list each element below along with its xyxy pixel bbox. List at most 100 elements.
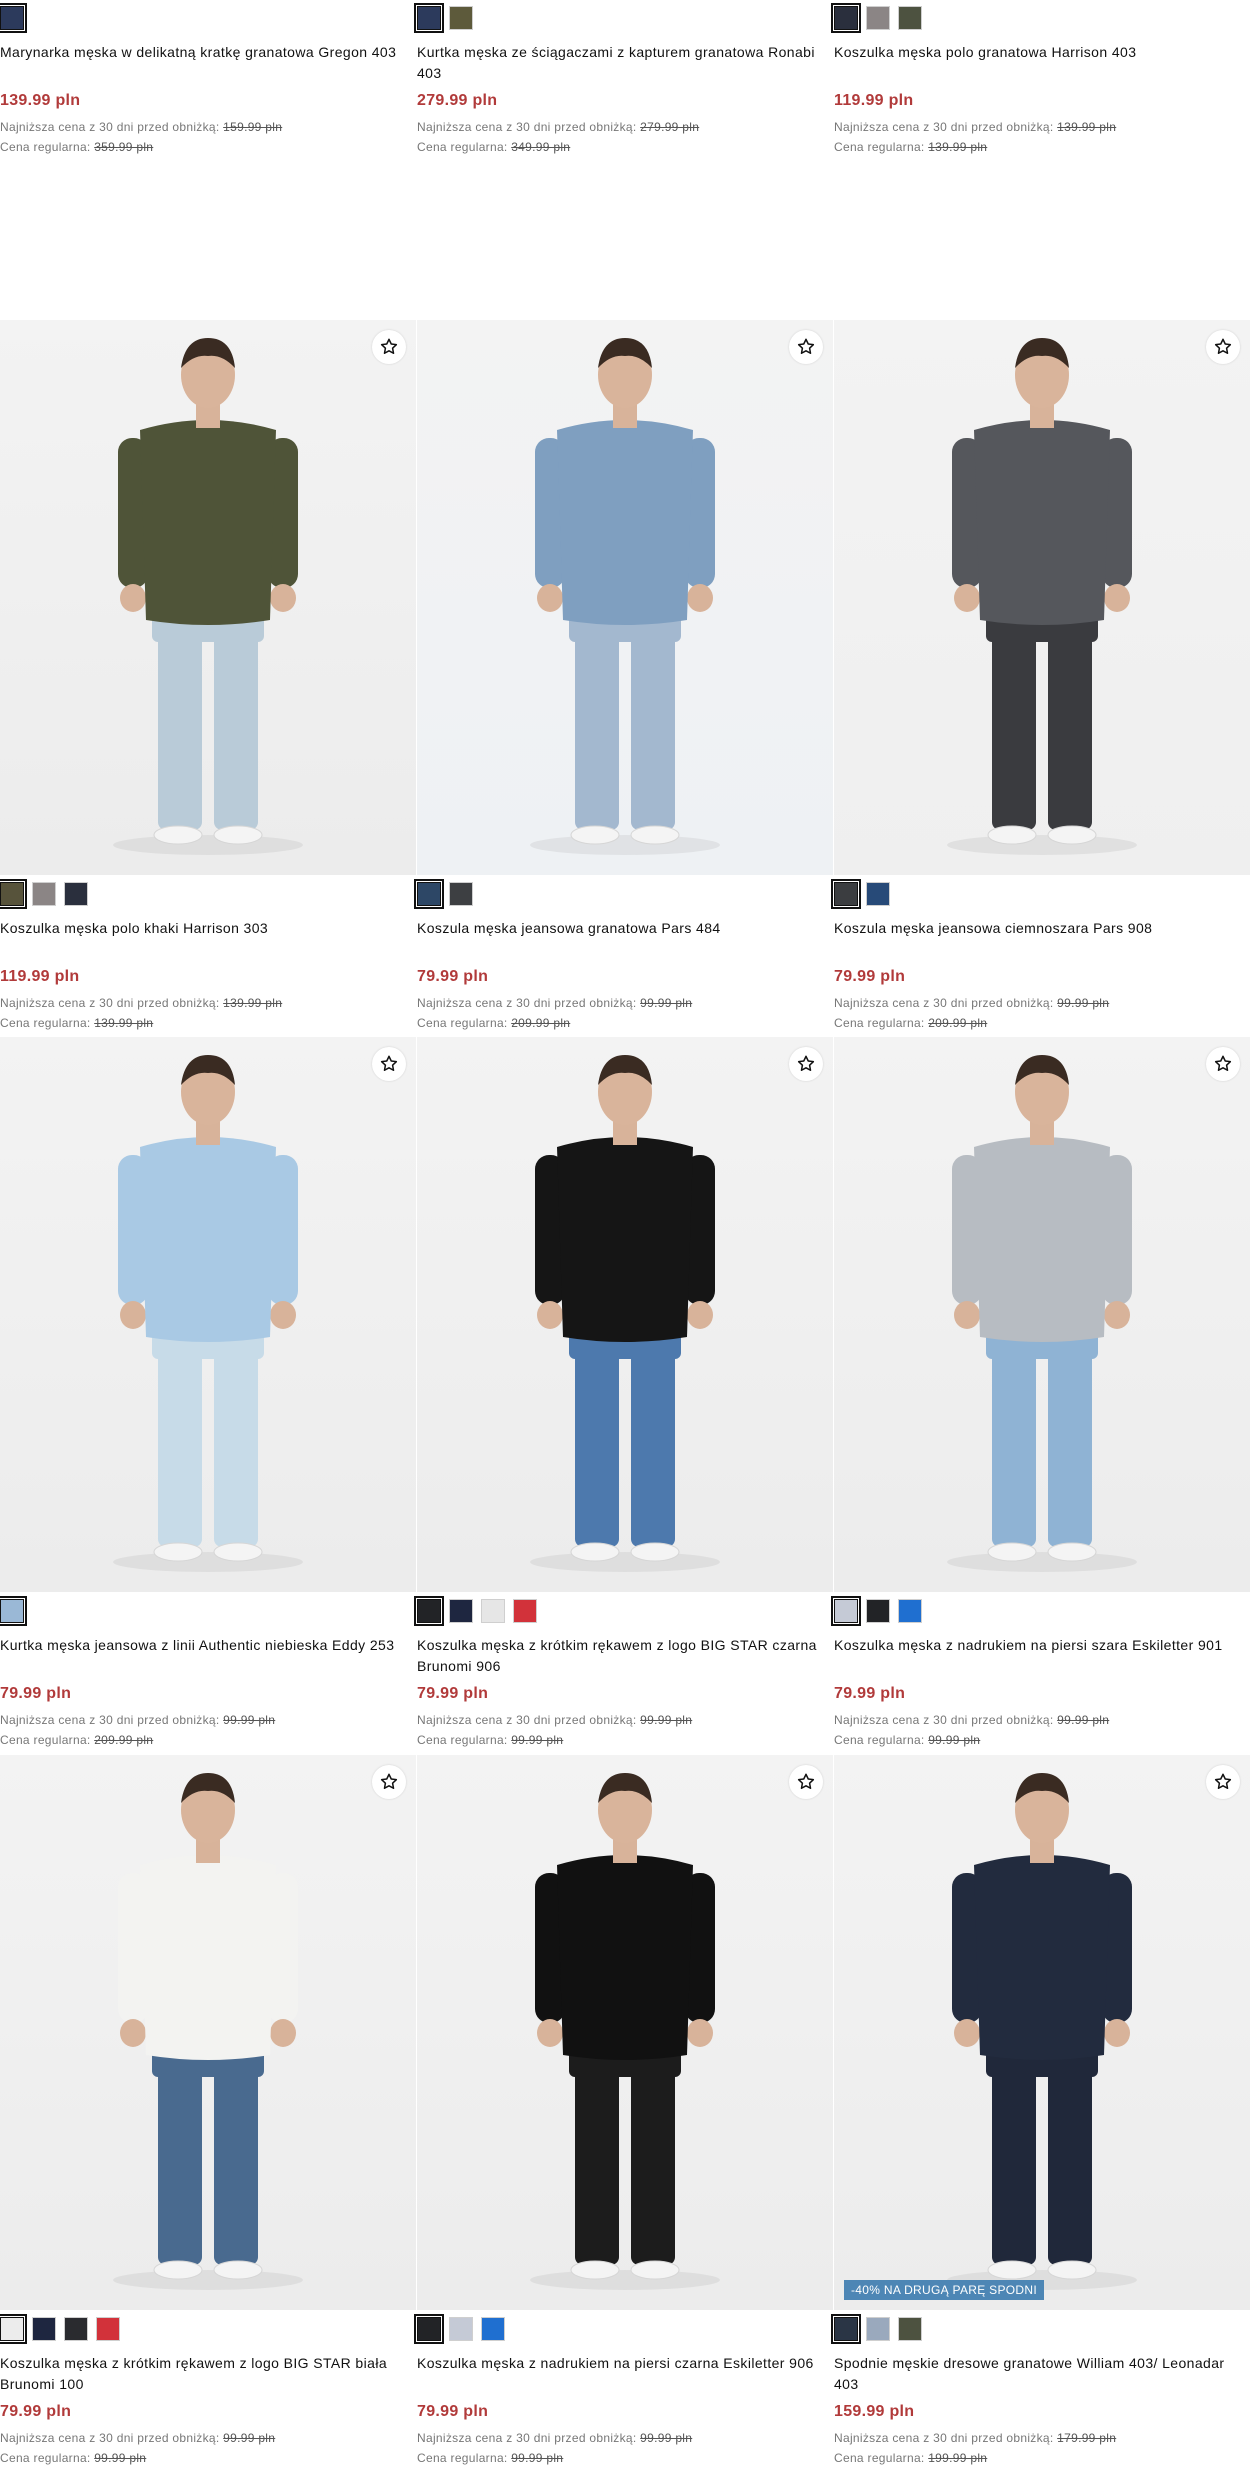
color-swatch[interactable] — [0, 3, 27, 33]
color-swatches — [0, 3, 27, 33]
color-swatch[interactable] — [513, 1599, 537, 1623]
regular-price-value: 99.99 pln — [511, 2451, 564, 2465]
regular-price-line: Cena regularna: 349.99 pln — [417, 140, 570, 154]
color-swatch[interactable] — [866, 882, 890, 906]
lowest-price-label: Najniższa cena z 30 dni przed obniżką: — [417, 1713, 641, 1727]
wishlist-star-icon[interactable] — [372, 330, 406, 364]
color-swatch[interactable] — [481, 1599, 505, 1623]
color-swatch[interactable] — [0, 879, 27, 909]
lowest-price-label: Najniższa cena z 30 dni przed obniżką: — [0, 120, 224, 134]
color-swatch[interactable] — [449, 1599, 473, 1623]
color-swatch[interactable] — [866, 2317, 890, 2341]
wishlist-star-icon[interactable] — [372, 1765, 406, 1799]
lowest-price-value: 99.99 pln — [640, 996, 693, 1010]
color-swatch[interactable] — [414, 3, 444, 33]
color-swatches — [0, 879, 88, 909]
color-swatch[interactable] — [414, 2314, 444, 2344]
product-photo[interactable]: -40% NA DRUGĄ PARĘ SPODNI — [834, 1755, 1250, 2310]
color-swatches — [0, 1596, 27, 1626]
color-swatch[interactable] — [866, 1599, 890, 1623]
color-swatch[interactable] — [898, 2317, 922, 2341]
product-price: 139.99 pln — [0, 92, 81, 109]
product-price: 79.99 pln — [417, 2403, 489, 2420]
regular-price-label: Cena regularna: — [0, 2451, 95, 2465]
color-swatch[interactable] — [64, 2317, 88, 2341]
wishlist-star-icon[interactable] — [1206, 1765, 1240, 1799]
regular-price-line: Cena regularna: 99.99 pln — [417, 1733, 563, 1747]
product-price: 279.99 pln — [417, 92, 498, 109]
color-swatch[interactable] — [831, 2314, 861, 2344]
product-photo[interactable] — [417, 320, 833, 875]
color-swatch[interactable] — [898, 6, 922, 30]
model-figure — [947, 1773, 1137, 2290]
product-photo[interactable] — [417, 1037, 833, 1592]
color-swatch[interactable] — [0, 1596, 27, 1626]
color-swatch[interactable] — [414, 879, 444, 909]
lowest-price-label: Najniższa cena z 30 dni przed obniżką: — [417, 996, 641, 1010]
product-price: 79.99 pln — [417, 968, 489, 985]
lowest-price-value: 179.99 pln — [1057, 2431, 1117, 2445]
product-photo[interactable] — [417, 1755, 833, 2310]
product-price: 79.99 pln — [0, 2403, 72, 2420]
model-figure — [947, 1055, 1137, 1572]
color-swatch[interactable] — [32, 2317, 56, 2341]
color-swatch[interactable] — [831, 1596, 861, 1626]
product-name[interactable]: Kurtka męska ze ściągaczami z kapturem g… — [417, 42, 827, 84]
lowest-price-label: Najniższa cena z 30 dni przed obniżką: — [834, 1713, 1058, 1727]
product-name[interactable]: Koszulka męska polo granatowa Harrison 4… — [834, 42, 1244, 63]
wishlist-star-icon[interactable] — [372, 1047, 406, 1081]
product-photo[interactable] — [0, 1037, 416, 1592]
product-price: 119.99 pln — [0, 968, 80, 985]
wishlist-star-icon[interactable] — [789, 1047, 823, 1081]
regular-price-label: Cena regularna: — [0, 140, 95, 154]
color-swatch[interactable] — [449, 2317, 473, 2341]
product-name[interactable]: Kurtka męska jeansowa z linii Authentic … — [0, 1635, 410, 1656]
regular-price-label: Cena regularna: — [834, 1733, 929, 1747]
wishlist-star-icon[interactable] — [1206, 330, 1240, 364]
product-name[interactable]: Koszulka męska z nadrukiem na piersi cza… — [417, 2353, 827, 2374]
wishlist-star-icon[interactable] — [1206, 1047, 1240, 1081]
color-swatch[interactable] — [481, 2317, 505, 2341]
regular-price-label: Cena regularna: — [0, 1016, 95, 1030]
color-swatch[interactable] — [64, 882, 88, 906]
lowest-price-value: 159.99 pln — [223, 120, 283, 134]
wishlist-star-icon[interactable] — [789, 330, 823, 364]
product-name[interactable]: Koszula męska jeansowa ciemnoszara Pars … — [834, 918, 1244, 939]
color-swatches — [831, 879, 890, 909]
product-name[interactable]: Spodnie męskie dresowe granatowe William… — [834, 2353, 1244, 2395]
wishlist-star-icon[interactable] — [789, 1765, 823, 1799]
product-name[interactable]: Koszula męska jeansowa granatowa Pars 48… — [417, 918, 827, 939]
color-swatch[interactable] — [831, 3, 861, 33]
product-name[interactable]: Koszulka męska z nadrukiem na piersi sza… — [834, 1635, 1244, 1656]
product-name[interactable]: Koszulka męska z krótkim rękawem z logo … — [0, 2353, 410, 2395]
product-photo[interactable] — [834, 320, 1250, 875]
lowest-price-value: 99.99 pln — [640, 2431, 693, 2445]
regular-price-value: 349.99 pln — [511, 140, 571, 154]
regular-price-value: 199.99 pln — [928, 2451, 988, 2465]
product-photo[interactable] — [834, 1037, 1250, 1592]
lowest-price-line: Najniższa cena z 30 dni przed obniżką: 1… — [834, 120, 1116, 134]
lowest-price-label: Najniższa cena z 30 dni przed obniżką: — [834, 120, 1058, 134]
color-swatch[interactable] — [866, 6, 890, 30]
color-swatch[interactable] — [96, 2317, 120, 2341]
color-swatch[interactable] — [449, 6, 473, 30]
color-swatch[interactable] — [32, 882, 56, 906]
product-name[interactable]: Marynarka męska w delikatną kratkę grana… — [0, 42, 410, 63]
product-name[interactable]: Koszulka męska z krótkim rękawem z logo … — [417, 1635, 827, 1677]
color-swatch[interactable] — [898, 1599, 922, 1623]
product-photo[interactable] — [0, 320, 416, 875]
color-swatch[interactable] — [449, 882, 473, 906]
lowest-price-line: Najniższa cena z 30 dni przed obniżką: 1… — [0, 120, 282, 134]
regular-price-line: Cena regularna: 209.99 pln — [834, 1016, 987, 1030]
product-name[interactable]: Koszulka męska polo khaki Harrison 303 — [0, 918, 410, 939]
lowest-price-label: Najniższa cena z 30 dni przed obniżką: — [0, 996, 224, 1010]
color-swatch[interactable] — [831, 879, 861, 909]
color-swatch[interactable] — [414, 1596, 444, 1626]
product-photo[interactable] — [0, 1755, 416, 2310]
regular-price-line: Cena regularna: 99.99 pln — [417, 2451, 563, 2465]
color-swatch[interactable] — [0, 2314, 27, 2344]
product-price: 79.99 pln — [0, 1685, 72, 1702]
model-figure — [113, 1773, 303, 2290]
regular-price-value: 209.99 pln — [511, 1016, 571, 1030]
regular-price-label: Cena regularna: — [834, 140, 929, 154]
